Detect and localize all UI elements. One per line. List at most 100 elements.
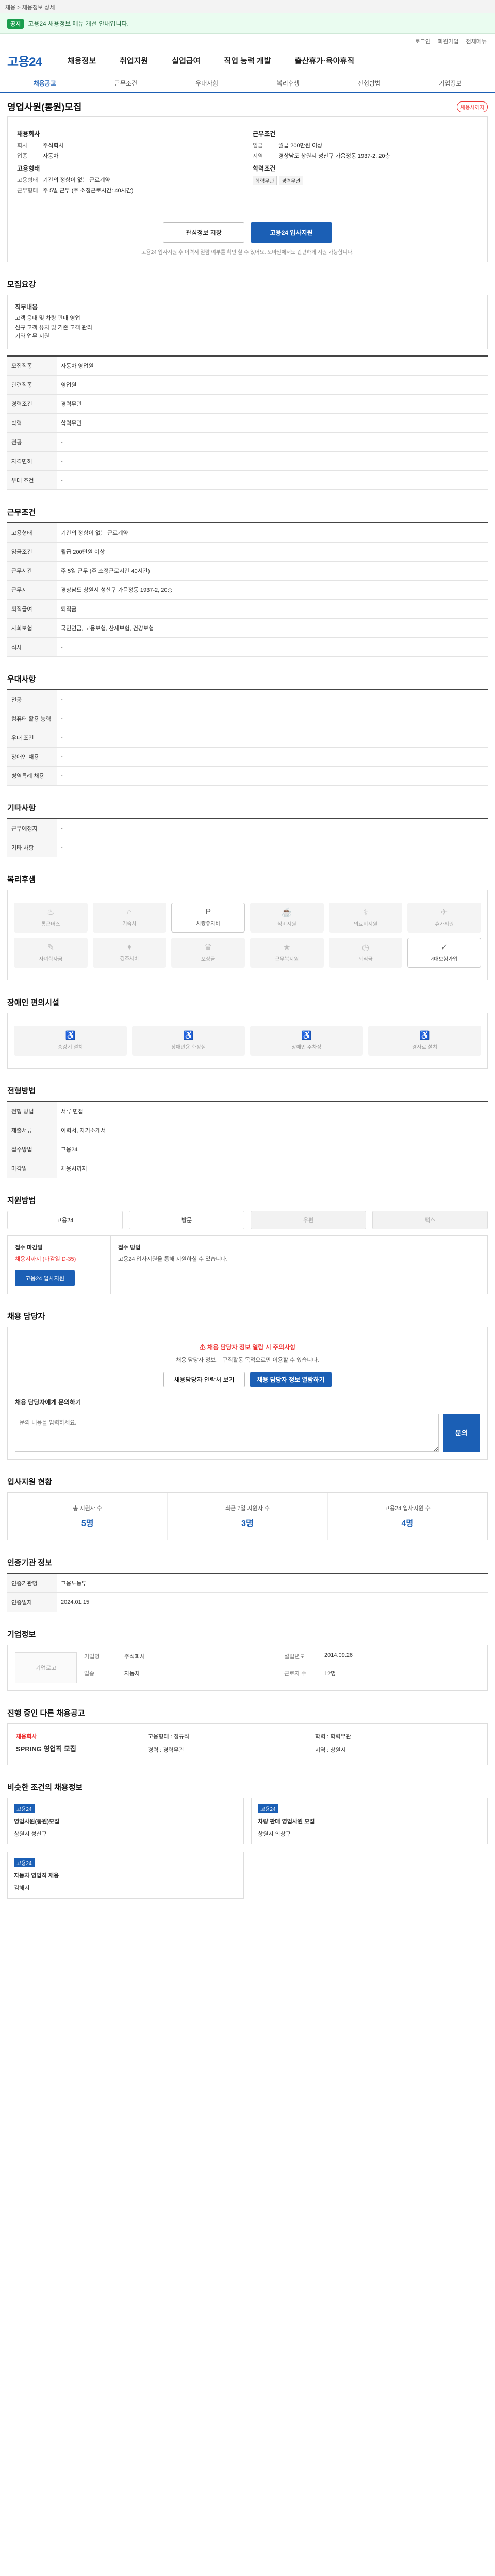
tab-company[interactable]: 기업정보: [410, 75, 491, 92]
section-welfare-title: 복리후생: [7, 875, 36, 884]
table-value: 주 5일 근무 (주 소정근로시간 40시간): [57, 561, 488, 581]
table-row: 전공 -: [7, 432, 488, 452]
similar-card[interactable]: 고용24 자동차 영업직 채용 김해시: [7, 1851, 244, 1899]
warning-icon: ⚠: [199, 1343, 208, 1351]
section-stats-title: 입사지원 현황: [7, 1477, 52, 1486]
benefit-label: 4대보험가입: [431, 957, 458, 963]
table-value: 월급 200만원 이상: [57, 542, 488, 562]
interest-save-button[interactable]: 관심정보 저장: [163, 222, 244, 243]
table-value: -: [57, 470, 488, 490]
other-job-item[interactable]: 채용회사 SPRING 영업직 모집 고용형태 : 정규직 학력 : 학력무관 …: [7, 1723, 488, 1765]
benefit-icon: P: [205, 908, 211, 917]
stat-label: 고용24 입사지원 수: [384, 1505, 431, 1512]
nav-employment-support[interactable]: 취업지원: [120, 55, 148, 66]
benefit-label: 자녀학자금: [39, 957, 63, 963]
company-value: 2014.09.26: [324, 1652, 353, 1658]
signup-link[interactable]: 회원가입: [438, 37, 458, 45]
inquiry-submit-button[interactable]: 문의: [443, 1413, 480, 1452]
apply-online-button[interactable]: 고용24 입사지원: [15, 1269, 75, 1286]
table-value: -: [57, 451, 488, 471]
table-row: 학력 학력무관: [7, 413, 488, 433]
duty-line: 기타 업무 지원: [15, 333, 50, 340]
table-row: 마감일 채용시까지: [7, 1159, 488, 1178]
global-nav: 채용정보 취업지원 실업급여 직업 능력 개발 출산휴가·육아휴직: [68, 55, 354, 66]
section-conditions-title: 근무조건: [7, 507, 36, 517]
stat-value: 4명: [401, 1519, 414, 1528]
table-value: 영업원: [57, 375, 488, 395]
table-row: 인증기관명 고용노동부: [7, 1573, 488, 1593]
benefit-label: 통근버스: [41, 922, 60, 928]
benefit-label: 경사로 설치: [412, 1045, 437, 1051]
section-facility-title: 장애인 편의시설: [7, 998, 59, 1007]
method-mail: 우편: [251, 1210, 366, 1229]
section-manager-title: 채용 담당자: [7, 1312, 45, 1321]
section-other-jobs-title: 진행 중인 다른 채용공고: [7, 1708, 85, 1718]
all-menu-link[interactable]: 전체메뉴: [466, 37, 487, 45]
benefit-label: 장애인용 화장실: [171, 1045, 206, 1051]
manager-contact-button[interactable]: 채용담당자 연락처 보기: [163, 1371, 245, 1387]
tab-conditions[interactable]: 근무조건: [85, 75, 166, 92]
summary-right: 근무조건 임금 월급 200만원 이상 지역 경상남도 창원시 성산구 가음정동 1…: [253, 125, 478, 196]
other-job-left: 채용회사 SPRING 영업직 모집: [16, 1732, 140, 1756]
edu-tag: 학력무관: [253, 176, 277, 185]
tab-preference[interactable]: 우대사항: [167, 75, 248, 92]
card-name[interactable]: 차량 판매 영업사원 모집: [258, 1817, 481, 1825]
tab-welfare[interactable]: 복리후생: [248, 75, 328, 92]
card-tag: 고용24: [14, 1858, 35, 1867]
login-link[interactable]: 로그인: [415, 37, 431, 45]
kv-key: 근무형태: [17, 188, 38, 194]
table-value: 서류 면접: [57, 1101, 488, 1121]
method-online[interactable]: 고용24: [7, 1210, 123, 1229]
nav-unemployment-benefit[interactable]: 실업급여: [172, 55, 200, 66]
section-selection-title: 전형방법: [7, 1086, 36, 1095]
career-tag: 경력무관: [278, 176, 303, 185]
tab-recruit[interactable]: 채용공고: [4, 75, 85, 92]
table-value: 채용시까지: [57, 1159, 488, 1178]
table-key: 근무시간: [7, 561, 57, 581]
site-logo[interactable]: 고용24: [7, 52, 42, 70]
table-row: 임금조건 월급 200만원 이상: [7, 542, 488, 562]
benefit-card: ⌂ 기숙사: [92, 902, 167, 933]
benefit-card: ✓ 4대보험가입: [407, 937, 481, 968]
tab-selection[interactable]: 전형방법: [328, 75, 409, 92]
nav-vocational-training[interactable]: 직업 능력 개발: [224, 55, 271, 66]
card-name[interactable]: 영업사원(통원)모집: [14, 1817, 237, 1825]
stat-label: 총 지원자 수: [73, 1505, 103, 1512]
table-row: 우대 조건 -: [7, 728, 488, 748]
section-etc-title: 기타사항: [7, 803, 36, 812]
benefit-label: 경조사비: [120, 956, 139, 962]
table-row: 전공 -: [7, 689, 488, 709]
nav-parental-leave[interactable]: 출산휴가·육아휴직: [295, 55, 354, 66]
table-key: 우대 조건: [7, 728, 57, 748]
similar-card[interactable]: 고용24 영업사원(통원)모집 창원시 성산구: [7, 1797, 244, 1844]
table-row: 제출서류 이력서, 자기소개서: [7, 1121, 488, 1140]
duty-box: 직무내용 고객 응대 및 차량 판매 영업 신규 고객 유치 및 기존 고객 관…: [7, 295, 488, 349]
apply-deadline: 접수 마감일 채용시까지 (마감일 D-35) 고용24 입사지원: [8, 1235, 111, 1294]
other-job-name[interactable]: SPRING 영업직 모집: [16, 1743, 140, 1753]
table-key: 경력조건: [7, 394, 57, 414]
kv-key: 회사: [17, 143, 28, 149]
section-cert-title: 인증기관 정보: [7, 1558, 52, 1567]
manager-view-button[interactable]: 채용 담당자 정보 열람하기: [250, 1371, 332, 1387]
similar-card[interactable]: 고용24 차량 판매 영업사원 모집 창원시 의창구: [251, 1797, 488, 1844]
table-value: 경력무관: [57, 394, 488, 414]
kv-value: 기간의 정함이 없는 근로계약: [43, 177, 110, 183]
stat-value: 5명: [81, 1519, 94, 1528]
notice-banner[interactable]: 공지 고용24 채용정보 메뉴 개선 안내입니다.: [0, 13, 495, 34]
method-visit[interactable]: 방문: [129, 1210, 244, 1229]
table-key: 전공: [7, 689, 57, 709]
nav-job-info[interactable]: 채용정보: [68, 55, 96, 66]
table-value: -: [57, 432, 488, 452]
method-value: 고용24 입사지원을 통해 지원하실 수 있습니다.: [118, 1256, 228, 1262]
inquiry-input[interactable]: [15, 1413, 439, 1452]
conditions-table: 고용형태 기간의 정함이 없는 근로계약 임금조건 월급 200만원 이상 근무시간 주 …: [7, 522, 488, 657]
table-key: 자격면허: [7, 451, 57, 471]
company-key: 근로자 수: [284, 1670, 307, 1677]
apply-button[interactable]: 고용24 입사지원: [251, 222, 332, 243]
deadline-heading: 접수 마감일: [15, 1244, 43, 1251]
table-value: -: [57, 709, 488, 728]
benefit-card: ♿ 경사로 설치: [368, 1025, 481, 1056]
table-value: 기간의 정함이 없는 근로계약: [57, 522, 488, 543]
card-name[interactable]: 자동차 영업직 채용: [14, 1871, 237, 1879]
section-company-title: 기업정보: [7, 1630, 36, 1639]
